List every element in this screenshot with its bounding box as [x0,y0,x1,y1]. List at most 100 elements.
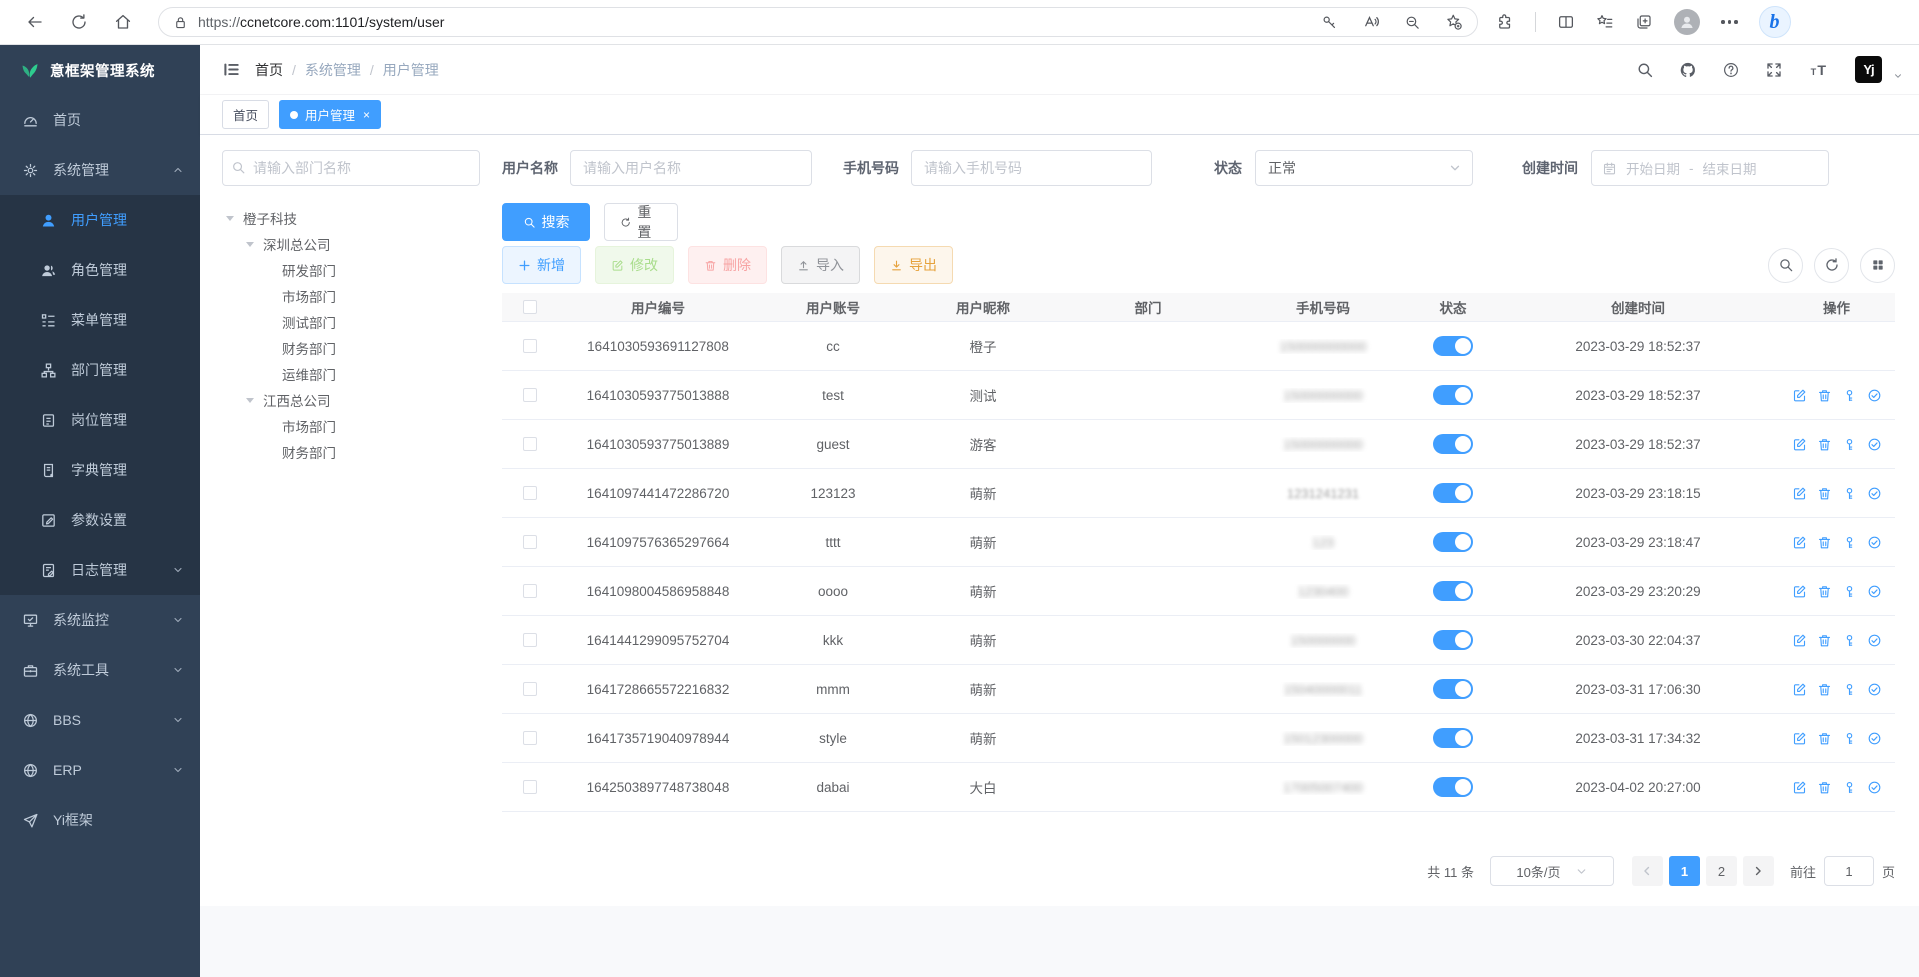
select-all-checkbox[interactable] [523,300,537,314]
help-icon[interactable] [1722,61,1740,79]
url-text[interactable]: https://ccnetcore.com:1101/system/user [198,14,1321,30]
delete-row-icon[interactable] [1817,780,1832,795]
modify-button[interactable]: 修改 [595,246,674,284]
sidebar-item-param-settings[interactable]: 参数设置 [0,495,200,545]
bing-copilot-icon[interactable]: b [1759,6,1791,38]
assign-role-icon[interactable] [1867,682,1882,697]
split-screen-icon[interactable] [1557,13,1575,31]
delete-row-icon[interactable] [1817,633,1832,648]
tree-node[interactable]: 研发部门 [222,257,480,283]
tree-node[interactable]: 市场部门 [222,283,480,309]
next-page-button[interactable] [1743,856,1774,886]
delete-row-icon[interactable] [1817,584,1832,599]
sidebar-item-menu-mgmt[interactable]: 菜单管理 [0,295,200,345]
status-toggle[interactable] [1433,336,1473,356]
status-toggle[interactable] [1433,679,1473,699]
delete-row-icon[interactable] [1817,388,1832,403]
row-checkbox[interactable] [523,780,537,794]
breadcrumb-system[interactable]: 系统管理 [305,60,361,80]
tag-home[interactable]: 首页 [222,100,269,129]
sidebar-item-erp[interactable]: ERP [0,745,200,795]
reset-password-icon[interactable] [1842,731,1857,746]
row-checkbox[interactable] [523,731,537,745]
delete-button[interactable]: 删除 [688,246,767,284]
delete-row-icon[interactable] [1817,486,1832,501]
edit-row-icon[interactable] [1792,486,1807,501]
prev-page-button[interactable] [1632,856,1663,886]
reset-password-icon[interactable] [1842,437,1857,452]
edit-row-icon[interactable] [1792,682,1807,697]
assign-role-icon[interactable] [1867,731,1882,746]
sidebar-item-system-monitor[interactable]: 系统监控 [0,595,200,645]
sidebar-item-system-tools[interactable]: 系统工具 [0,645,200,695]
reset-password-icon[interactable] [1842,633,1857,648]
tree-node[interactable]: 深圳总公司 [222,231,480,257]
read-aloud-icon[interactable] [1362,13,1380,31]
browser-back-button[interactable] [20,7,50,37]
delete-row-icon[interactable] [1817,535,1832,550]
status-toggle[interactable] [1433,728,1473,748]
delete-row-icon[interactable] [1817,682,1832,697]
reset-password-icon[interactable] [1842,780,1857,795]
sidebar-item-dept-mgmt[interactable]: 部门管理 [0,345,200,395]
export-button[interactable]: 导出 [874,246,953,284]
caret-down-icon[interactable] [246,398,254,403]
column-settings-button[interactable] [1860,248,1895,283]
add-favorite-icon[interactable] [1445,13,1463,31]
row-checkbox[interactable] [523,388,537,402]
sidebar-item-yi-framework[interactable]: Yi框架 [0,795,200,845]
font-size-icon[interactable] [1808,60,1830,80]
status-toggle[interactable] [1433,581,1473,601]
search-icon[interactable] [1636,61,1654,79]
tree-node[interactable]: 运维部门 [222,361,480,387]
browser-reload-button[interactable] [64,7,94,37]
reset-password-icon[interactable] [1842,388,1857,403]
github-icon[interactable] [1679,61,1697,79]
assign-role-icon[interactable] [1867,535,1882,550]
zoom-out-icon[interactable] [1404,14,1421,31]
status-toggle[interactable] [1433,777,1473,797]
add-button[interactable]: 新增 [502,246,581,284]
row-checkbox[interactable] [523,682,537,696]
fullscreen-icon[interactable] [1765,61,1783,79]
phone-input[interactable] [911,150,1152,186]
row-checkbox[interactable] [523,486,537,500]
row-checkbox[interactable] [523,437,537,451]
tree-node[interactable]: 财务部门 [222,335,480,361]
address-bar[interactable]: https://ccnetcore.com:1101/system/user [158,7,1478,37]
assign-role-icon[interactable] [1867,584,1882,599]
browser-home-button[interactable] [108,7,138,37]
edit-row-icon[interactable] [1792,780,1807,795]
goto-page-input[interactable] [1824,856,1874,886]
row-checkbox[interactable] [523,339,537,353]
edit-row-icon[interactable] [1792,388,1807,403]
assign-role-icon[interactable] [1867,780,1882,795]
row-checkbox[interactable] [523,535,537,549]
refresh-table-button[interactable] [1814,248,1849,283]
edit-row-icon[interactable] [1792,633,1807,648]
sidebar-item-log-mgmt[interactable]: 日志管理 [0,545,200,595]
sidebar-item-dict-mgmt[interactable]: 字典管理 [0,445,200,495]
sidebar-collapse-icon[interactable] [222,60,241,79]
reset-password-icon[interactable] [1842,682,1857,697]
assign-role-icon[interactable] [1867,437,1882,452]
reset-password-icon[interactable] [1842,584,1857,599]
toggle-search-button[interactable] [1768,248,1803,283]
tag-user-mgmt[interactable]: 用户管理 × [279,100,381,129]
collections-icon[interactable] [1635,13,1653,31]
edit-row-icon[interactable] [1792,437,1807,452]
page-size-select[interactable]: 10条/页 [1490,856,1614,886]
sidebar-item-home[interactable]: 首页 [0,95,200,145]
reset-button[interactable]: 重置 [604,203,678,241]
caret-down-icon[interactable] [226,216,234,221]
delete-row-icon[interactable] [1817,731,1832,746]
date-range-picker[interactable]: 开始日期 - 结束日期 [1591,150,1829,186]
edit-row-icon[interactable] [1792,535,1807,550]
row-checkbox[interactable] [523,584,537,598]
status-select[interactable]: 正常 [1255,150,1473,186]
tree-node[interactable]: 测试部门 [222,309,480,335]
page-2-button[interactable]: 2 [1706,856,1737,886]
browser-profile-avatar[interactable] [1674,9,1700,35]
tree-node[interactable]: 财务部门 [222,439,480,465]
sidebar-item-system[interactable]: 系统管理 [0,145,200,195]
